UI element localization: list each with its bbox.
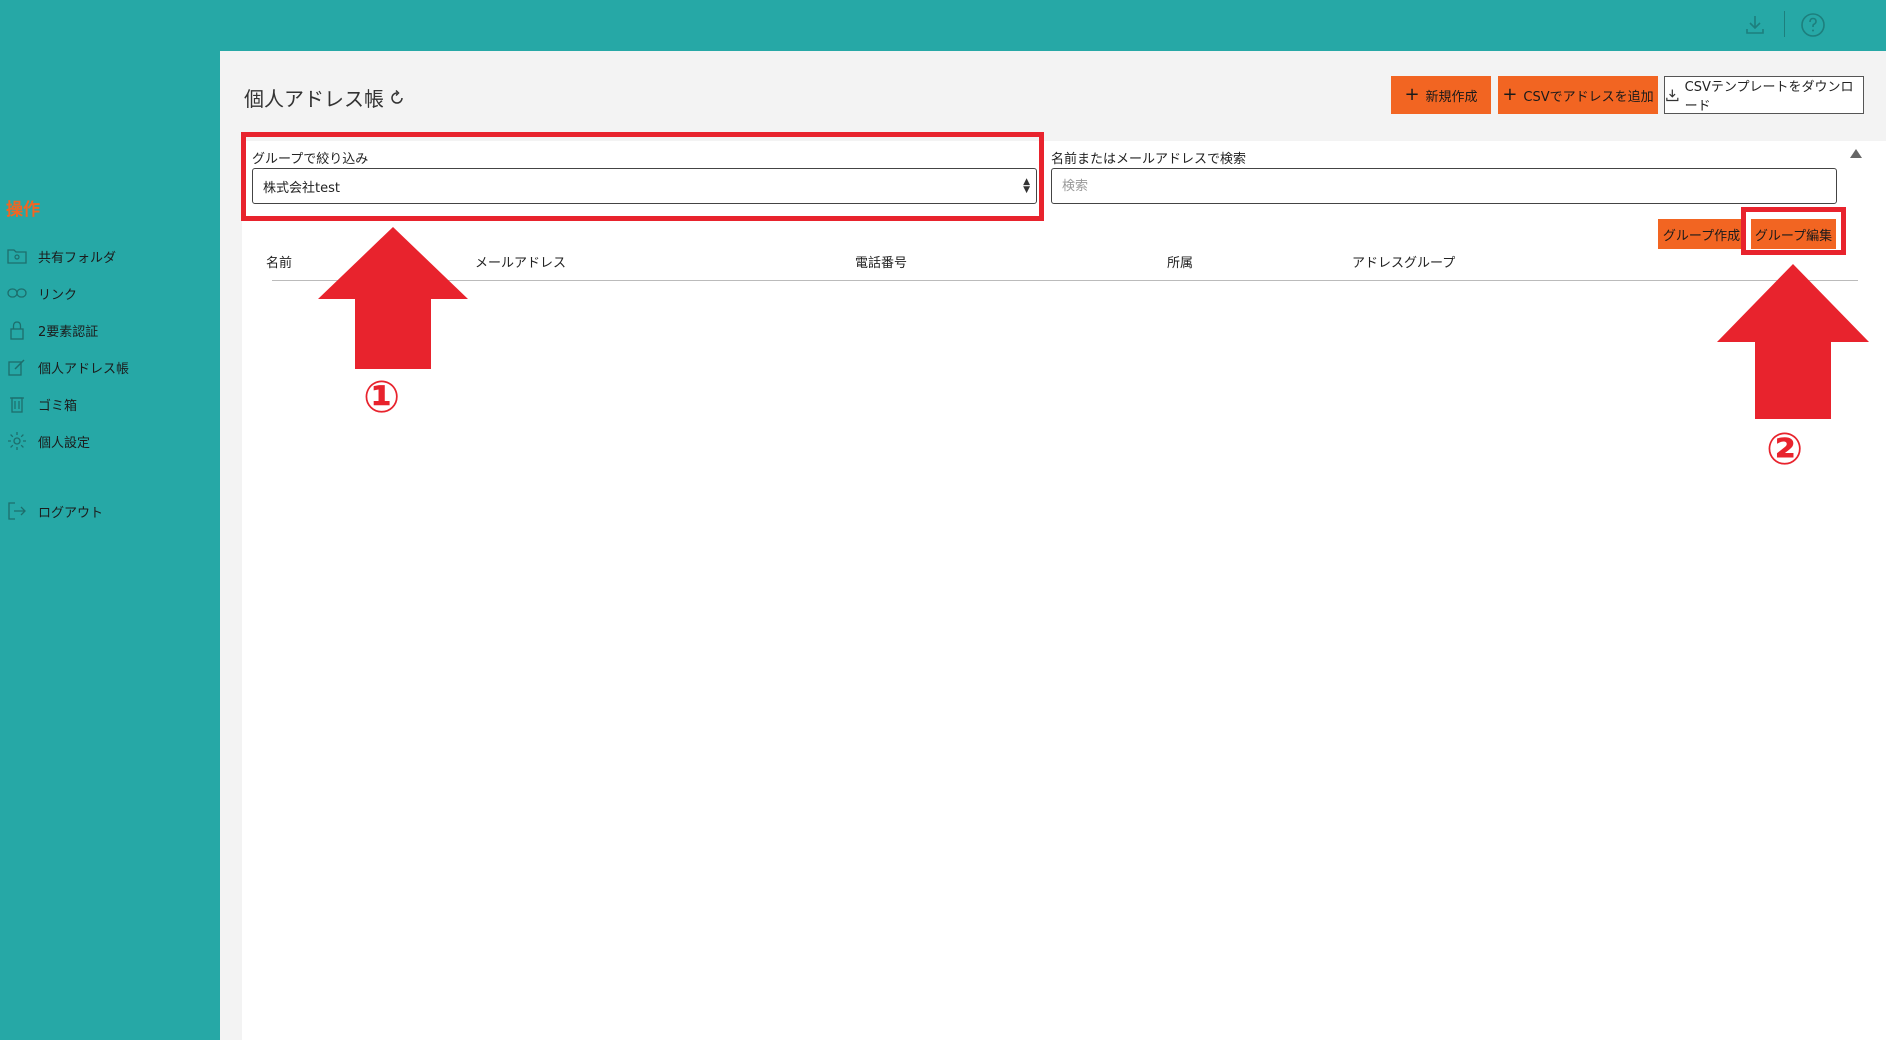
annotation-number-one: ① (363, 372, 401, 423)
highlight-box-group-edit (1741, 207, 1846, 255)
arrow-up-icon (318, 227, 468, 369)
new-button[interactable]: + 新規作成 (1391, 76, 1491, 114)
search-input[interactable] (1051, 168, 1837, 204)
help-icon[interactable] (1800, 12, 1826, 38)
sidebar-item-shared-folder[interactable]: 共有フォルダ (6, 243, 216, 269)
csv-add-button[interactable]: + CSVでアドレスを追加 (1498, 76, 1658, 114)
sidebar: 操作 共有フォルダ リンク 2要素認証 個人アドレス帳 ゴミ箱 個人設定 ログア… (0, 51, 220, 1040)
plus-icon: + (1502, 84, 1518, 105)
sidebar-item-label: ログアウト (38, 505, 104, 521)
column-header-address-group[interactable]: アドレスグループ (1352, 252, 1455, 271)
page-title: 個人アドレス帳 (244, 83, 406, 112)
csv-template-button-label: CSVテンプレートをダウンロード (1684, 80, 1854, 114)
sidebar-item-label: 個人設定 (38, 435, 91, 451)
arrow-up-icon (1717, 264, 1869, 419)
trash-icon (6, 393, 28, 415)
edit-icon (6, 356, 28, 378)
plus-icon: + (1404, 84, 1420, 105)
sidebar-item-logout[interactable]: ログアウト (6, 498, 216, 524)
sidebar-item-two-factor[interactable]: 2要素認証 (6, 317, 216, 343)
group-create-button[interactable]: グループ作成 (1658, 219, 1745, 249)
sidebar-item-label: 共有フォルダ (38, 250, 117, 266)
folder-icon (6, 245, 28, 267)
annotation-number-two: ② (1766, 424, 1804, 475)
sidebar-item-label: リンク (38, 287, 78, 303)
search-label: 名前またはメールアドレスで検索 (1051, 152, 1247, 167)
new-button-label: 新規作成 (1425, 89, 1478, 105)
column-header-name[interactable]: 名前 (266, 252, 292, 271)
page-title-text: 個人アドレス帳 (244, 87, 384, 111)
sidebar-item-settings[interactable]: 個人設定 (6, 428, 216, 454)
top-divider (1784, 11, 1785, 37)
logout-icon (6, 500, 28, 522)
sidebar-item-trash[interactable]: ゴミ箱 (6, 391, 216, 417)
download-icon (1666, 89, 1679, 102)
highlight-box-group-filter (241, 132, 1044, 221)
sidebar-item-label: ゴミ箱 (38, 398, 78, 414)
sidebar-item-address-book[interactable]: 個人アドレス帳 (6, 354, 216, 380)
sidebar-heading: 操作 (6, 200, 40, 220)
column-header-email[interactable]: メールアドレス (475, 252, 566, 271)
csv-template-download-button[interactable]: CSVテンプレートをダウンロード (1664, 76, 1864, 114)
table-header-divider (272, 280, 1858, 281)
csv-add-button-label: CSVでアドレスを追加 (1523, 89, 1654, 105)
link-icon (6, 282, 28, 304)
gear-icon (6, 430, 28, 452)
column-header-phone[interactable]: 電話番号 (855, 252, 907, 271)
content-panel: グループで絞り込み 株式会社test ▲▼ 名前またはメールアドレスで検索 グル… (242, 141, 1886, 1040)
sidebar-item-link[interactable]: リンク (6, 280, 216, 306)
sidebar-item-label: 個人アドレス帳 (38, 361, 130, 377)
scroll-up-arrow[interactable] (1850, 149, 1862, 158)
sidebar-item-label: 2要素認証 (38, 324, 99, 340)
lock-icon (6, 319, 28, 341)
column-header-affiliation[interactable]: 所属 (1167, 252, 1193, 271)
refresh-icon[interactable] (388, 89, 406, 107)
download-icon[interactable] (1742, 12, 1768, 38)
top-bar (0, 0, 1886, 51)
